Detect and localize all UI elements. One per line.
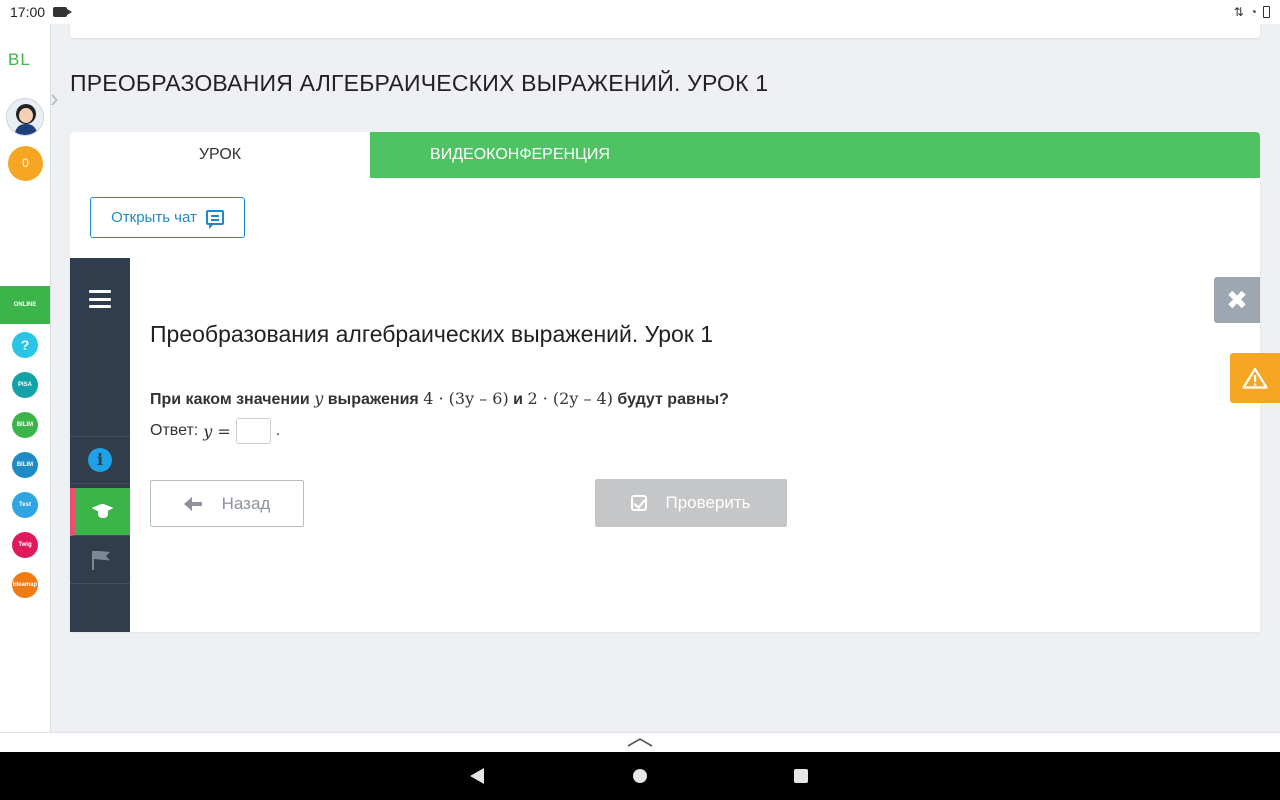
report-problem-button[interactable] <box>1230 353 1280 403</box>
arrow-left-icon <box>183 496 202 511</box>
question-middle: выражения <box>327 391 419 408</box>
lesson-title: Преобразования алгебраических выражений.… <box>150 321 714 347</box>
status-icons: ⇅ ◔ <box>1234 5 1270 19</box>
app-bilimland-icon[interactable]: BILIM Land <box>12 412 38 438</box>
top-card <box>70 24 1260 38</box>
question-expression-1: 4 · (3y – 6) <box>423 389 509 408</box>
app-bilimbook-icon[interactable]: BILIM Book <box>12 452 38 478</box>
flag-icon <box>90 550 110 570</box>
coin-counter[interactable]: 0 <box>8 146 43 181</box>
check-button-label: Проверить <box>665 493 751 512</box>
app-twig-icon[interactable]: Twig <box>12 532 38 558</box>
sidebar-expand-chevron-icon[interactable]: › <box>50 78 70 118</box>
page-title: ПРЕОБРАЗОВАНИЯ АЛГЕБРАИЧЕСКИХ ВЫРАЖЕНИЙ.… <box>70 70 769 96</box>
app-test-icon[interactable]: Test <box>12 492 38 518</box>
graduation-cap-icon <box>91 503 114 520</box>
answer-row: Ответ: y = . <box>150 418 280 444</box>
menu-hamburger-icon[interactable] <box>89 290 111 308</box>
answer-variable: y = <box>203 421 231 441</box>
chat-bubble-icon <box>205 210 224 229</box>
tab-videoconference[interactable]: ВИДЕОКОНФЕРЕНЦИЯ <box>370 132 670 178</box>
app-label: Ideamap <box>12 582 38 588</box>
close-icon: ✖ <box>1226 285 1248 315</box>
back-button[interactable]: Назад <box>150 480 304 527</box>
app-label: Test <box>19 502 31 508</box>
question-conjunction: и <box>513 391 523 408</box>
app-logo[interactable]: BL <box>8 50 31 70</box>
user-avatar[interactable] <box>6 98 44 136</box>
app-label: PISA <box>17 382 32 388</box>
avatar-face <box>19 108 33 123</box>
open-chat-label: Открыть чат <box>111 209 197 226</box>
close-lesson-button[interactable]: ✖ <box>1214 277 1260 323</box>
check-button[interactable]: Проверить <box>595 479 787 527</box>
bottom-sheet-handle[interactable] <box>0 732 1280 752</box>
avatar-body <box>15 124 37 135</box>
app-online-mentor-icon[interactable]: ONLINE MENTOR <box>12 292 38 318</box>
lesson-side-nav: i <box>70 258 130 632</box>
question-text: При каком значении y выражения 4 · (3y –… <box>150 389 729 409</box>
back-button-label: Назад <box>221 493 271 513</box>
open-chat-button[interactable]: Открыть чат <box>90 197 245 238</box>
battery-icon <box>1263 6 1270 18</box>
system-recents-icon[interactable] <box>794 769 808 783</box>
tab-lesson[interactable]: УРОК <box>70 132 370 178</box>
answer-period: . <box>275 422 281 439</box>
system-home-icon[interactable] <box>633 769 647 783</box>
app-label: Twig <box>18 542 32 548</box>
answer-label: Ответ: <box>150 422 199 439</box>
system-navigation-bar <box>0 752 1280 800</box>
chevron-up-icon <box>627 738 653 747</box>
app-label: BILIM Book <box>16 462 34 468</box>
question-suffix: будут равны? <box>617 391 729 408</box>
screen-record-icon <box>53 7 73 17</box>
answer-input[interactable] <box>235 418 271 444</box>
app-pisa-icon[interactable]: PISA <box>12 372 38 398</box>
status-time: 17:00 <box>10 4 46 20</box>
warning-icon <box>1242 367 1268 389</box>
app-ideamap-icon[interactable]: Ideamap <box>12 572 38 598</box>
status-bar: 17:00 ⇅ ◔ <box>0 0 1280 24</box>
data-transfer-icon: ⇅ <box>1233 5 1244 19</box>
app-label: ? <box>20 337 30 353</box>
checkbox-check-icon <box>631 495 648 511</box>
lesson-tabs: УРОК ВИДЕОКОНФЕРЕНЦИЯ <box>70 132 1260 178</box>
nav-info-button[interactable]: i <box>70 436 130 484</box>
question-prefix: При каком значении <box>150 391 310 408</box>
left-sidebar: BL 0 ONLINE MENTOR ? PISA BILIM Land BIL… <box>0 24 51 732</box>
system-back-icon[interactable] <box>470 768 484 784</box>
info-icon: i <box>88 448 112 472</box>
question-variable: y <box>314 389 324 408</box>
nav-flag-button[interactable] <box>70 536 130 584</box>
lesson-card: Открыть чат i Преобразования алгебраичес… <box>70 178 1260 632</box>
app-label: BILIM Land <box>16 422 34 428</box>
question-expression-2: 2 · (2y – 4) <box>527 389 613 408</box>
wifi-icon: ◔ <box>1249 5 1257 19</box>
nav-lesson-button[interactable] <box>70 488 130 536</box>
app-help-icon[interactable]: ? <box>12 332 38 358</box>
